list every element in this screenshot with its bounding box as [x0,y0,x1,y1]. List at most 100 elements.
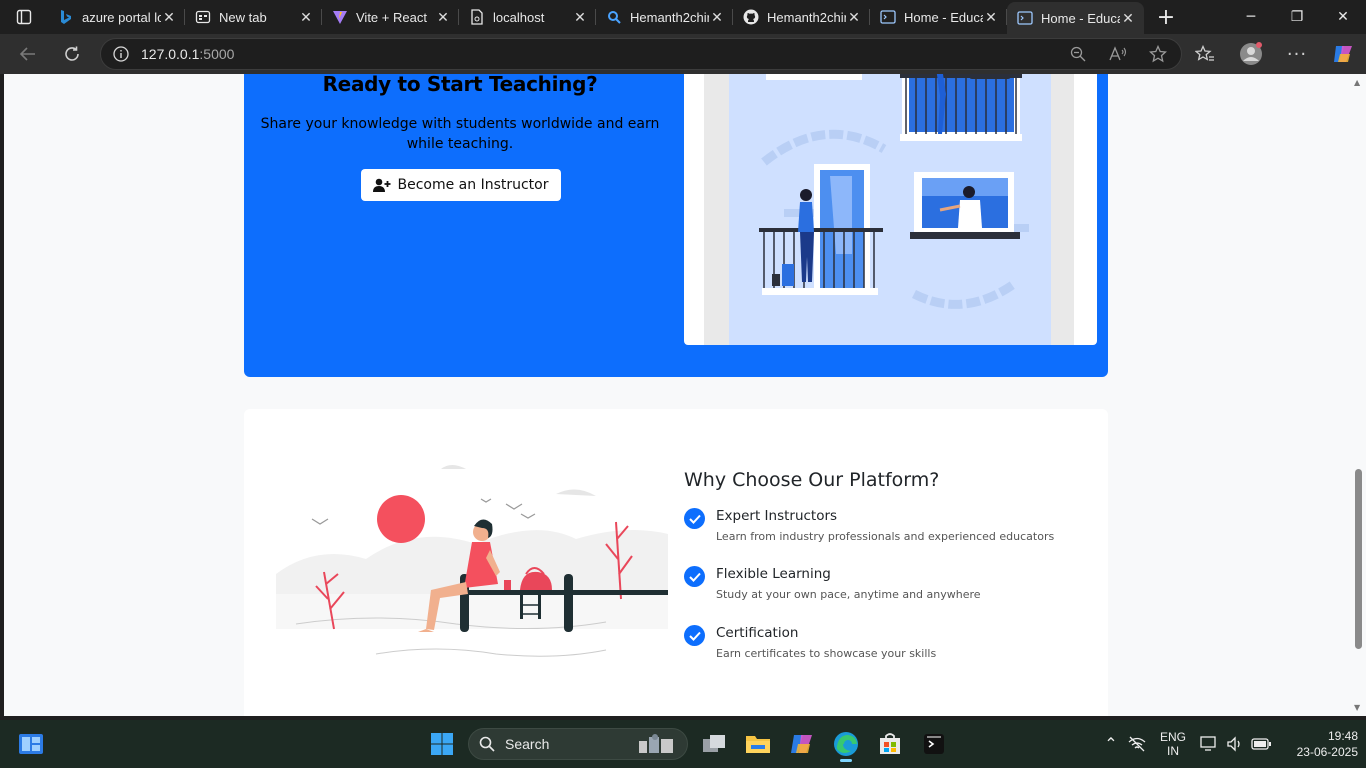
widgets-button[interactable] [18,732,44,756]
widgets-icon [19,734,43,754]
scroll-up-icon[interactable]: ▲ [1354,78,1360,87]
url-text: 127.0.0.1:5000 [141,46,234,62]
start-button[interactable] [424,726,460,762]
become-instructor-label: Become an Instructor [397,177,549,193]
tab-github[interactable]: Hemanth2chir ✕ [733,0,870,34]
tab-actions-menu[interactable] [0,0,48,34]
terminal-app-button[interactable] [916,726,952,762]
url-host: 127.0.0.1 [141,46,200,62]
clock-date: 23-06-2025 [1296,745,1358,759]
profile-button[interactable] [1228,34,1274,74]
scroll-down-icon[interactable]: ▼ [1354,703,1360,712]
read-aloud-icon[interactable] [1105,46,1131,62]
tab-title: New tab [219,9,267,25]
network-off-icon[interactable] [1124,736,1150,752]
address-actions [1065,39,1171,69]
become-instructor-button[interactable]: Become an Instructor [361,169,561,201]
bing-icon [58,9,74,25]
tab-home-1[interactable]: Home - Educa ✕ [870,0,1007,34]
task-view-button[interactable] [696,726,732,762]
terminal-icon [880,9,896,25]
minimize-icon: ─ [1246,9,1256,25]
check-circle-icon [684,566,705,587]
feature-description: Earn certificates to showcase your skill… [716,647,937,660]
tab-title: localhost [493,9,545,25]
clock-time: 19:48 [1327,729,1358,743]
edge-button[interactable] [828,726,864,762]
close-icon[interactable]: ✕ [435,9,451,25]
feature-title: Certification [716,625,799,641]
tab-azure[interactable]: azure portal lo ✕ [48,0,185,34]
tab-localhost[interactable]: localhost ✕ [459,0,596,34]
clock[interactable]: 19:48 23-06-2025 [1288,728,1358,760]
window-controls: ─ ❐ ✕ [1228,0,1366,34]
refresh-icon [65,46,79,61]
copilot-app-button[interactable] [784,726,820,762]
store-icon [880,733,900,754]
new-tab-button[interactable]: + [1144,0,1188,34]
tab-title: azure portal lo [82,9,161,25]
scrollbar-thumb[interactable] [1355,469,1362,649]
close-window-button[interactable]: ✕ [1320,0,1366,34]
relax-illustration [276,464,668,664]
restore-button[interactable]: ❐ [1274,0,1320,34]
vite-icon [332,9,348,25]
feature-description: Learn from industry professionals and ex… [716,530,1055,543]
close-icon[interactable]: ✕ [161,9,177,25]
tab-newtab[interactable]: New tab ✕ [185,0,322,34]
check-circle-icon [684,508,705,529]
tab-title: Home - Educa [904,9,983,25]
toolbar-right: ··· [1182,34,1366,74]
cta-title: Ready to Start Teaching? [322,74,598,96]
close-icon[interactable]: ✕ [983,9,999,25]
feature-title: Flexible Learning [716,566,831,582]
terminal-app-icon [924,734,944,754]
tab-actions-icon [16,9,32,25]
more-menu-button[interactable]: ··· [1274,34,1320,74]
tab-search[interactable]: Hemanth2chir ✕ [596,0,733,34]
copilot-button[interactable] [1320,34,1366,74]
close-icon[interactable]: ✕ [846,9,862,25]
close-icon: ✕ [1337,9,1349,25]
tab-home-active[interactable]: Home - Educa ✕ [1007,2,1144,34]
newtab-icon [195,9,211,25]
minimize-button[interactable]: ─ [1228,0,1274,34]
favorites-button[interactable] [1182,34,1228,74]
refresh-button[interactable] [52,38,92,70]
copilot-icon [1334,46,1352,62]
windows-taskbar: Search ⌃ ENG IN 19:48 23-06-2025 [0,720,1366,768]
battery-icon[interactable] [1248,738,1274,750]
file-explorer-button[interactable] [740,726,776,762]
display-icon[interactable] [1196,736,1222,752]
page-viewport: Ready to Start Teaching? Share your know… [4,74,1366,716]
teach-cta-section: Ready to Start Teaching? Share your know… [244,74,1108,377]
close-icon[interactable]: ✕ [298,9,314,25]
favorite-star-icon[interactable] [1145,45,1171,63]
close-icon[interactable]: ✕ [572,9,588,25]
store-button[interactable] [872,726,908,762]
document-icon [469,9,485,25]
folder-icon [746,736,770,753]
back-arrow-icon [19,47,35,61]
search-icon [479,736,495,752]
terminal-icon [1017,10,1033,26]
close-icon[interactable]: ✕ [709,9,725,25]
page-scrollbar[interactable]: ▲ ▼ [1350,74,1366,716]
language-indicator[interactable]: ENG IN [1160,730,1186,758]
address-bar[interactable]: 127.0.0.1:5000 [100,38,1182,70]
close-icon[interactable]: ✕ [1120,10,1136,26]
user-plus-icon [373,178,391,192]
volume-icon[interactable] [1222,736,1248,752]
site-info-icon[interactable] [101,46,141,62]
tab-vite[interactable]: Vite + React ✕ [322,0,459,34]
cta-description: Share your knowledge with students world… [260,116,660,152]
search-highlight-icon [639,734,673,753]
taskbar-search[interactable]: Search [468,728,688,760]
chevron-up-icon[interactable]: ⌃ [1098,734,1124,754]
tab-title: Hemanth2chir [630,9,709,25]
system-tray: ⌃ ENG IN 19:48 23-06-2025 [1098,720,1358,768]
zoom-icon[interactable] [1065,46,1091,62]
copilot-icon [791,735,812,753]
edge-icon [834,732,858,756]
back-button[interactable] [8,38,48,70]
